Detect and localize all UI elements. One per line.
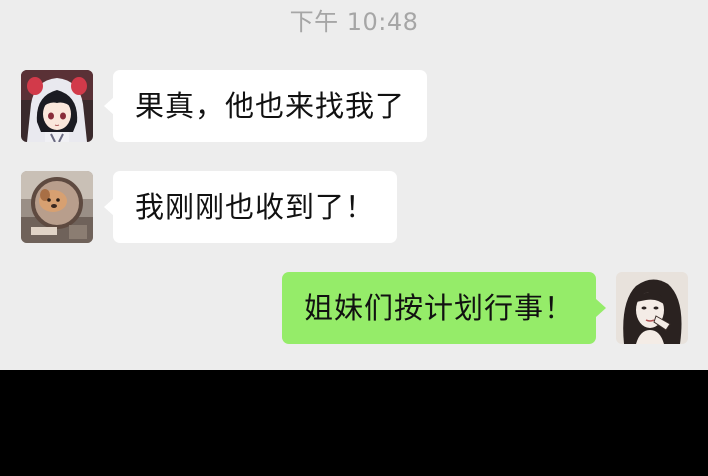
- bubble-tail: [596, 299, 606, 317]
- dog-photo-avatar[interactable]: [21, 171, 93, 243]
- incoming-message-bubble[interactable]: 我刚刚也收到了！: [113, 171, 398, 243]
- incoming-message-bubble[interactable]: 果真，他也来找我了: [113, 70, 428, 142]
- bottom-bar: [0, 370, 708, 476]
- chat-area: 下午 10:48 果真，他也来找我了 我刚刚也收到了！ 姐妹们按计划行事！: [0, 0, 708, 370]
- anime-girl-avatar[interactable]: [21, 70, 93, 142]
- message-timestamp: 下午 10:48: [289, 8, 419, 36]
- woman-sketch-avatar[interactable]: [616, 272, 688, 344]
- outgoing-message-bubble[interactable]: 姐妹们按计划行事！: [281, 272, 596, 344]
